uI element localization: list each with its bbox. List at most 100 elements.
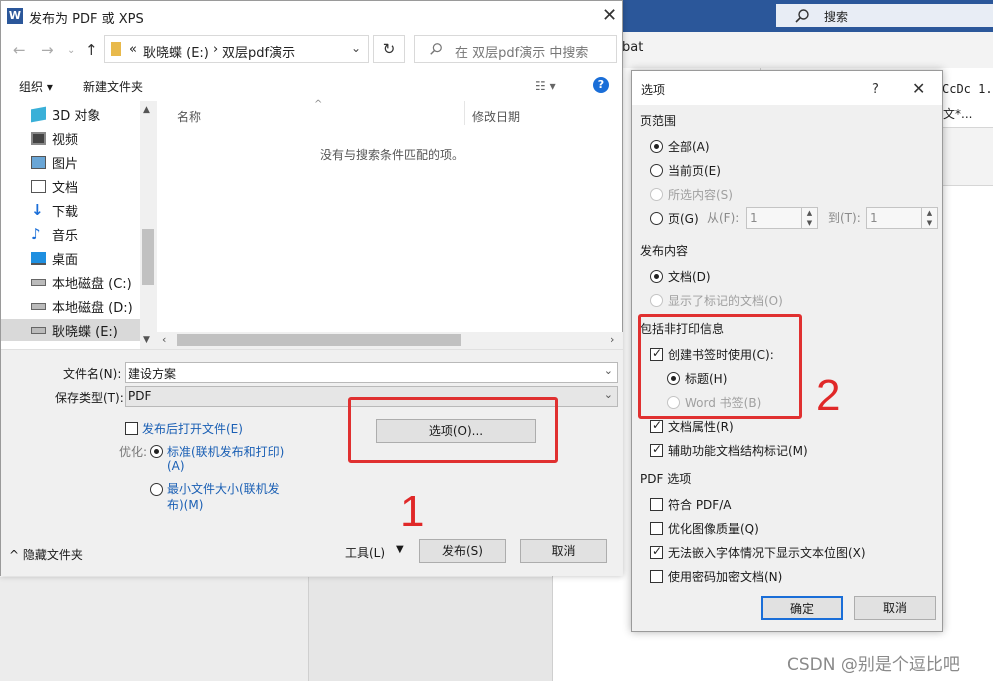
scroll-thumb[interactable] bbox=[142, 229, 154, 285]
filename-value: 建设方案 bbox=[128, 367, 177, 381]
nav-item-label: 3D 对象 bbox=[52, 108, 101, 124]
tools-dropdown-icon[interactable]: ▼ bbox=[396, 544, 404, 555]
options-title-bar bbox=[632, 71, 942, 105]
encrypt-checkbox[interactable] bbox=[650, 570, 663, 583]
forward-arrow-icon[interactable]: → bbox=[41, 41, 54, 59]
nav-item-downloads[interactable]: ↓ 下载 bbox=[31, 199, 78, 221]
bitmap-text-checkbox[interactable] bbox=[650, 544, 663, 559]
column-header-date[interactable]: 修改日期 bbox=[472, 108, 520, 125]
file-list[interactable] bbox=[161, 101, 623, 329]
range-all-radio[interactable] bbox=[650, 140, 663, 153]
search-icon bbox=[429, 42, 443, 56]
chevron-down-icon[interactable]: ⌄ bbox=[604, 364, 613, 377]
optimize-standard-label-1[interactable]: 标准(联机发布和打印) bbox=[167, 443, 284, 460]
section-title: 发布内容 bbox=[640, 244, 689, 258]
optimize-min-radio[interactable] bbox=[150, 483, 163, 496]
scroll-up-icon[interactable]: ▲ bbox=[143, 105, 150, 115]
publish-document-radio[interactable] bbox=[650, 270, 663, 283]
encrypt-option[interactable]: 使用密码加密文档(N) bbox=[650, 568, 782, 585]
range-pages-radio[interactable] bbox=[650, 212, 663, 225]
nav-scrollbar[interactable]: ▲ ▼ bbox=[140, 101, 157, 349]
word-logo-icon: W bbox=[7, 8, 23, 24]
new-folder-button[interactable]: 新建文件夹 bbox=[83, 78, 143, 95]
folder-search-input[interactable]: 在 双层pdf演示 中搜索 bbox=[414, 35, 617, 63]
range-current-radio[interactable] bbox=[650, 164, 663, 177]
nav-item-3d-objects[interactable]: 3D 对象 bbox=[31, 103, 100, 125]
help-icon[interactable]: ? bbox=[872, 81, 879, 99]
chevron-down-icon[interactable]: ⌄ bbox=[604, 388, 613, 401]
ok-button[interactable]: 确定 bbox=[761, 596, 843, 620]
up-arrow-icon[interactable]: ↑ bbox=[85, 41, 98, 59]
column-header-name[interactable]: 名称 bbox=[177, 108, 201, 125]
horizontal-scrollbar[interactable]: ‹ › bbox=[157, 332, 623, 349]
doc-properties-option[interactable]: 文档属性(R) bbox=[650, 418, 734, 435]
recent-dropdown-icon[interactable]: ⌄ bbox=[67, 45, 75, 56]
hide-folders-button[interactable]: ^ 隐藏文件夹 bbox=[9, 546, 83, 563]
chevron-down-icon[interactable]: ⌄ bbox=[351, 41, 361, 55]
word-search-label: 搜索 bbox=[824, 10, 849, 24]
doc-structure-checkbox[interactable] bbox=[650, 442, 663, 457]
breadcrumb-drive[interactable]: 耿晓蝶 (E:) bbox=[143, 42, 209, 61]
filename-input[interactable]: 建设方案 ⌄ bbox=[125, 362, 618, 383]
nav-item-documents[interactable]: 文档 bbox=[31, 175, 78, 197]
option-label: 所选内容(S) bbox=[668, 188, 733, 202]
column-divider[interactable] bbox=[464, 101, 465, 125]
open-after-checkbox[interactable] bbox=[125, 422, 138, 435]
tools-label[interactable]: 工具(L) bbox=[345, 544, 385, 561]
scroll-down-icon[interactable]: ▼ bbox=[143, 335, 150, 345]
doc-properties-checkbox[interactable] bbox=[650, 418, 663, 433]
ribbon-tab-pdfmaker[interactable]: bat bbox=[622, 40, 643, 55]
range-current-option[interactable]: 当前页(E) bbox=[650, 162, 721, 179]
nav-item-video[interactable]: 视频 bbox=[31, 127, 78, 149]
open-after-label[interactable]: 发布后打开文件(E) bbox=[142, 420, 243, 437]
close-icon[interactable]: ✕ bbox=[912, 80, 925, 98]
drive-icon bbox=[31, 302, 46, 310]
range-pages-option[interactable]: 页(G) bbox=[650, 210, 699, 227]
optimize-min-label-1[interactable]: 最小文件大小(联机发 bbox=[167, 480, 280, 497]
nav-item-music[interactable]: ♪ 音乐 bbox=[31, 223, 78, 245]
word-canvas bbox=[308, 577, 552, 681]
close-icon[interactable]: ✕ bbox=[602, 7, 617, 25]
view-options-icon[interactable]: ☷ ▾ bbox=[535, 79, 556, 93]
word-search-box[interactable]: 搜索 bbox=[776, 4, 993, 27]
optimize-image-checkbox[interactable] bbox=[650, 522, 663, 535]
refresh-button[interactable]: ↻ bbox=[373, 35, 405, 63]
to-spinner: 1 ▲ ▼ bbox=[866, 207, 938, 229]
doc-structure-option[interactable]: 辅助功能文档结构标记(M) bbox=[650, 442, 808, 459]
optimize-standard-label-2[interactable]: (A) bbox=[167, 459, 185, 473]
music-icon: ♪ bbox=[31, 224, 41, 243]
nav-item-label: 图片 bbox=[52, 156, 79, 172]
scroll-thumb[interactable] bbox=[177, 334, 461, 346]
pdfa-checkbox[interactable] bbox=[650, 498, 663, 511]
scroll-right-icon[interactable]: › bbox=[610, 333, 614, 346]
breadcrumb-overflow[interactable]: « bbox=[129, 42, 137, 57]
breadcrumb-folder[interactable]: 双层pdf演示 bbox=[222, 42, 295, 61]
optimize-min-label-2[interactable]: 布)(M) bbox=[167, 496, 203, 513]
nav-item-drive-e[interactable]: 耿晓蝶 (E:) bbox=[1, 319, 141, 341]
bitmap-text-option[interactable]: 无法嵌入字体情况下显示文本位图(X) bbox=[650, 544, 866, 561]
publish-document-option[interactable]: 文档(D) bbox=[650, 268, 711, 285]
help-icon[interactable]: ? bbox=[593, 77, 609, 93]
publish-button[interactable]: 发布(S) bbox=[419, 539, 506, 563]
section-pdf-options: PDF 选项 bbox=[640, 470, 691, 487]
options-cancel-button[interactable]: 取消 bbox=[854, 596, 936, 620]
pdfa-option[interactable]: 符合 PDF/A bbox=[650, 496, 731, 513]
nav-item-drive-c[interactable]: 本地磁盘 (C:) bbox=[31, 271, 132, 293]
documents-icon bbox=[31, 179, 46, 193]
option-label: 无法嵌入字体情况下显示文本位图(X) bbox=[668, 546, 866, 560]
organize-button[interactable]: 组织 ▾ bbox=[19, 78, 53, 95]
nav-item-drive-d[interactable]: 本地磁盘 (D:) bbox=[31, 295, 133, 317]
scroll-left-icon[interactable]: ‹ bbox=[162, 333, 166, 346]
optimize-standard-radio[interactable] bbox=[150, 445, 163, 458]
3d-objects-icon bbox=[31, 106, 46, 122]
option-label: 文档(D) bbox=[668, 270, 711, 284]
range-all-option[interactable]: 全部(A) bbox=[650, 138, 710, 155]
back-arrow-icon[interactable]: ← bbox=[13, 41, 26, 59]
nav-item-pictures[interactable]: 图片 bbox=[31, 151, 78, 173]
option-label: 文档属性(R) bbox=[668, 420, 734, 434]
optimize-label: 优化: bbox=[119, 445, 148, 459]
nav-item-desktop[interactable]: 桌面 bbox=[31, 247, 78, 269]
address-bar[interactable]: « 耿晓蝶 (E:) › 双层pdf演示 ⌄ bbox=[104, 35, 369, 63]
cancel-button[interactable]: 取消 bbox=[520, 539, 607, 563]
optimize-image-option[interactable]: 优化图像质量(Q) bbox=[650, 520, 759, 537]
